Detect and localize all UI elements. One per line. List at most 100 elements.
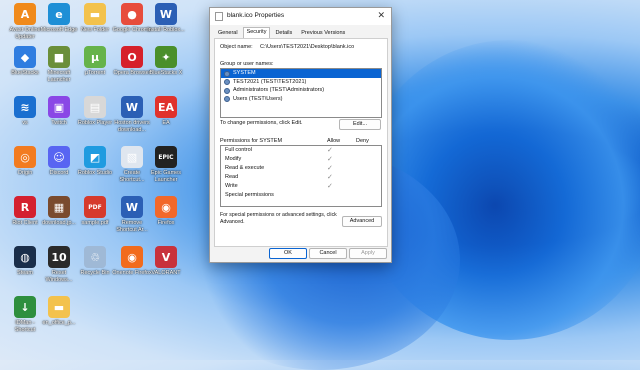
user-name: TEST2021 (TEST\TEST2021) xyxy=(233,78,307,85)
app-icon: ▦ xyxy=(48,196,70,218)
deny-column-header: Deny xyxy=(356,138,369,144)
permission-row: Read & execute ✓ xyxy=(221,164,381,173)
desktop-icon-label: en_office_p... xyxy=(42,320,76,326)
user-row-system[interactable]: SYSTEM xyxy=(221,69,381,78)
dialog-title: blank.ico Properties xyxy=(227,12,285,19)
permission-name: Full control xyxy=(225,147,252,153)
desktop-icon[interactable]: EA EA xyxy=(146,96,186,127)
advanced-button[interactable]: Advanced xyxy=(342,216,382,227)
object-name-label: Object name: xyxy=(220,44,253,50)
app-icon: e xyxy=(48,3,70,25)
desktop-icon[interactable]: EPIC Epic Games Launcher xyxy=(146,146,186,183)
app-icon: W xyxy=(155,3,177,25)
desktop-icon-label: µTorrent xyxy=(84,70,106,76)
app-icon: ▣ xyxy=(48,96,70,118)
desktop-icon-label: download.jp... xyxy=(42,220,76,226)
user-row-administrators[interactable]: Administrators (TEST\Administrators) xyxy=(221,86,381,95)
desktop-icon-label: Epic Games Launcher xyxy=(151,170,181,183)
app-icon: ◍ xyxy=(14,246,36,268)
desktop-icon[interactable]: ■ Minecraft Launcher xyxy=(39,46,79,83)
app-icon: ▧ xyxy=(121,146,143,168)
app-icon: ▤ xyxy=(84,96,106,118)
close-button[interactable]: ✕ xyxy=(377,10,385,21)
desktop-icon[interactable]: W Install Roblox... xyxy=(146,3,186,34)
user-name: Administrators (TEST\Administrators) xyxy=(233,87,325,93)
app-icon: ◉ xyxy=(155,196,177,218)
desktop-icon-label: EA xyxy=(162,120,170,126)
user-row-users[interactable]: Users (TEST\Users) xyxy=(221,95,381,104)
allow-check-icon: ✓ xyxy=(327,174,333,181)
permissions-label: Permissions for SYSTEM xyxy=(220,138,283,144)
group-icon xyxy=(224,96,230,102)
desktop-icon-label: Recycle Bin xyxy=(80,270,110,276)
desktop-icon[interactable]: ♲ Recycle Bin xyxy=(75,246,115,277)
app-icon: ♲ xyxy=(84,246,106,268)
allow-check-icon: ✓ xyxy=(327,147,333,154)
desktop-icon[interactable]: PDF sample.pdf xyxy=(75,196,115,227)
app-icon: W xyxy=(121,196,143,218)
app-icon: ◆ xyxy=(14,46,36,68)
desktop-icon-label: Firefox xyxy=(157,220,175,226)
desktop-icon-label: New Folder xyxy=(80,27,110,33)
apply-button[interactable]: Apply xyxy=(349,248,387,259)
change-permissions-hint: To change permissions, click Edit. xyxy=(220,120,303,126)
advanced-hint: For special permissions or advanced sett… xyxy=(220,212,337,225)
user-name: SYSTEM xyxy=(233,70,256,76)
desktop-icon-label: Install Roblox... xyxy=(147,27,185,33)
group-icon xyxy=(224,87,230,94)
desktop-icon-label: Reset Windows... xyxy=(45,270,73,283)
user-icon xyxy=(224,70,230,77)
app-icon: µ xyxy=(84,46,106,68)
permission-name: Special permissions xyxy=(225,192,274,198)
permission-row: Modify ✓ xyxy=(221,155,381,164)
desktop-icon[interactable]: µ µTorrent xyxy=(75,46,115,77)
desktop-icon[interactable]: ▬ en_office_p... xyxy=(39,296,79,327)
app-icon: A xyxy=(14,3,36,25)
allow-check-icon: ✓ xyxy=(327,183,333,190)
object-name-value: C:\Users\TEST2021\Desktop\blank.ico xyxy=(260,44,355,50)
app-icon: ● xyxy=(121,3,143,25)
desktop-icon-label: Twitch xyxy=(51,120,67,126)
desktop-icon[interactable]: ◩ Roblox Studio xyxy=(75,146,115,177)
ok-button[interactable]: OK xyxy=(269,248,307,259)
desktop-icon-label: Microsoft Edge xyxy=(40,27,78,33)
app-icon: 10 xyxy=(48,246,70,268)
tab-previous-versions[interactable]: Previous Versions xyxy=(297,28,349,38)
desktop-icon[interactable]: e Microsoft Edge xyxy=(39,3,79,34)
permission-name: Read xyxy=(225,174,239,180)
desktop-icon[interactable]: ▬ New Folder xyxy=(75,3,115,34)
app-icon: ◉ xyxy=(121,246,143,268)
title-bar[interactable]: blank.ico Properties ✕ xyxy=(210,8,391,25)
desktop-icon[interactable]: ✦ BlueStacks X xyxy=(146,46,186,77)
desktop-icon[interactable]: ☺ Discord xyxy=(39,146,79,177)
app-icon: PDF xyxy=(84,196,106,218)
desktop-icon-label: Roblox Player xyxy=(77,120,113,126)
desktop-icon-label: BlueStacks X xyxy=(149,70,183,76)
properties-dialog: blank.ico Properties ✕ General Security … xyxy=(209,7,392,263)
user-row-test2021[interactable]: TEST2021 (TEST\TEST2021) xyxy=(221,78,381,87)
app-icon: ☺ xyxy=(48,146,70,168)
allow-check-icon: ✓ xyxy=(327,165,333,172)
app-icon: EA xyxy=(155,96,177,118)
tab-general[interactable]: General xyxy=(214,28,242,38)
desktop-icon[interactable]: ▦ download.jp... xyxy=(39,196,79,227)
app-icon: ✦ xyxy=(155,46,177,68)
group-label: Group or user names: xyxy=(220,61,274,67)
desktop-icon[interactable]: ▤ Roblox Player xyxy=(75,96,115,127)
app-icon: R xyxy=(14,196,36,218)
tab-details[interactable]: Details xyxy=(271,28,296,38)
desktop-icon[interactable]: ▣ Twitch xyxy=(39,96,79,127)
desktop-icon[interactable]: V VALORANT xyxy=(146,246,186,277)
tab-bar: General Security Details Previous Versio… xyxy=(214,27,350,42)
desktop-icon-label: Minecraft Launcher xyxy=(47,70,71,83)
cancel-button[interactable]: Cancel xyxy=(309,248,347,259)
app-icon: ■ xyxy=(48,46,70,68)
desktop-icon[interactable]: ◉ Firefox xyxy=(146,196,186,227)
edit-button[interactable]: Edit... xyxy=(339,119,381,130)
app-icon: ↓ xyxy=(14,296,36,318)
permission-name: Modify xyxy=(225,156,242,162)
desktop-icon[interactable]: 10 Reset Windows... xyxy=(39,246,79,283)
app-icon: V xyxy=(155,246,177,268)
permission-row: Write ✓ xyxy=(221,182,381,191)
desktop-icon-label: Discord xyxy=(49,170,69,176)
